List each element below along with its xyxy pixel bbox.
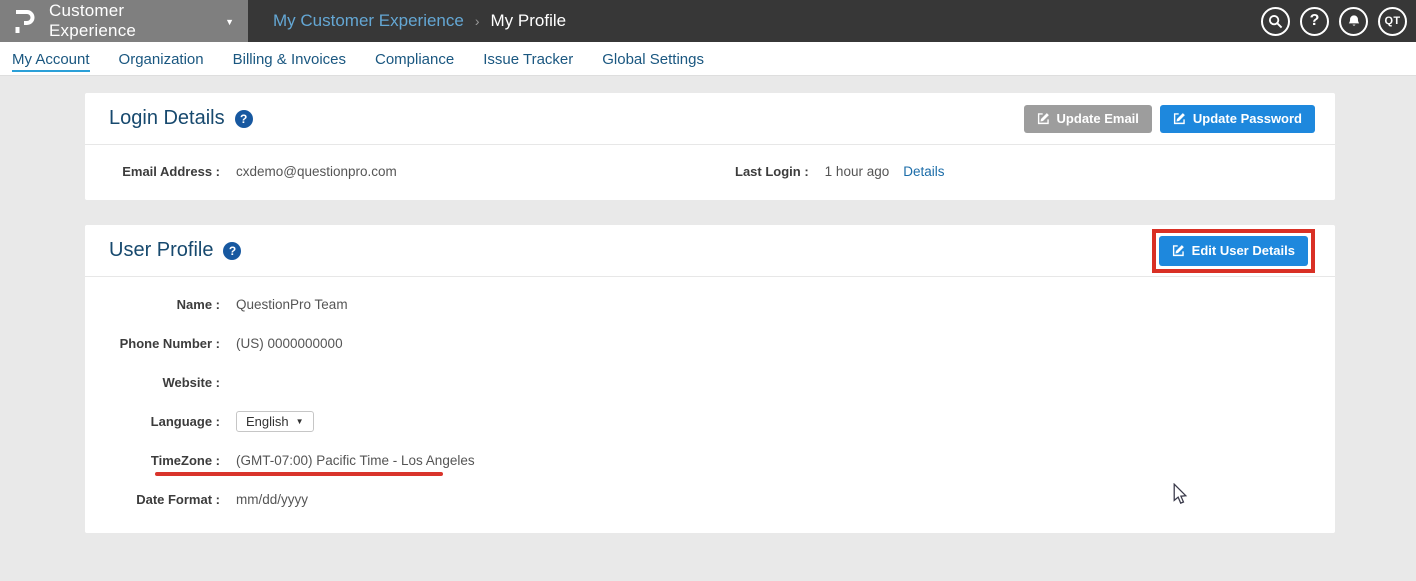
user-profile-help-icon[interactable]: ?: [223, 242, 241, 260]
last-login-label: Last Login :: [735, 164, 809, 179]
language-label: Language :: [85, 414, 220, 429]
update-email-button[interactable]: Update Email: [1024, 105, 1152, 133]
timezone-value: (GMT-07:00) Pacific Time - Los Angeles: [236, 453, 475, 468]
red-underline-annotation: [155, 472, 443, 476]
avatar-initials: QT: [1385, 15, 1401, 27]
website-label: Website :: [85, 375, 220, 390]
last-login-value: 1 hour ago: [825, 164, 890, 179]
login-details-header: Login Details ? Update Email Update Pass…: [85, 93, 1335, 145]
tab-issue-tracker[interactable]: Issue Tracker: [483, 46, 573, 72]
login-details-actions: Update Email Update Password: [1024, 105, 1315, 133]
edit-user-details-button[interactable]: Edit User Details: [1159, 236, 1308, 266]
edit-icon: [1172, 244, 1185, 257]
date-format-row: Date Format : mm/dd/yyyy: [85, 480, 1335, 519]
last-login-details-link[interactable]: Details: [903, 164, 944, 179]
settings-tab-nav: My Account Organization Billing & Invoic…: [0, 42, 1416, 76]
name-row: Name : QuestionPro Team: [85, 285, 1335, 324]
login-details-title: Login Details: [109, 107, 225, 130]
last-login-row: Last Login : 1 hour ago Details: [735, 164, 945, 179]
tab-billing-invoices[interactable]: Billing & Invoices: [233, 46, 346, 72]
phone-number-row: Phone Number : (US) 0000000000: [85, 324, 1335, 363]
login-details-help-icon[interactable]: ?: [235, 110, 253, 128]
login-details-card: Login Details ? Update Email Update Pass…: [85, 93, 1335, 200]
search-icon: [1268, 14, 1283, 29]
phone-number-value: (US) 0000000000: [236, 336, 343, 351]
timezone-label: TimeZone :: [85, 453, 220, 468]
update-email-label: Update Email: [1057, 111, 1139, 126]
tab-compliance[interactable]: Compliance: [375, 46, 454, 72]
top-header-bar: Customer Experience ▼ My Customer Experi…: [0, 0, 1416, 42]
name-value: QuestionPro Team: [236, 297, 348, 312]
language-selected-value: English: [246, 414, 289, 429]
notifications-button[interactable]: [1339, 7, 1368, 36]
chevron-down-icon: ▼: [225, 17, 234, 27]
user-profile-title: User Profile: [109, 239, 213, 262]
red-annotation-box: Edit User Details: [1152, 229, 1315, 273]
email-address-value: cxdemo@questionpro.com: [236, 164, 397, 179]
update-password-button[interactable]: Update Password: [1160, 105, 1315, 133]
name-label: Name :: [85, 297, 220, 312]
tab-global-settings[interactable]: Global Settings: [602, 46, 704, 72]
tab-organization[interactable]: Organization: [119, 46, 204, 72]
help-button[interactable]: ?: [1300, 7, 1329, 36]
product-name: Customer Experience: [49, 1, 215, 41]
website-row: Website :: [85, 363, 1335, 402]
topbar-icon-group: ? QT: [1261, 0, 1407, 42]
page-title: My Profile: [491, 11, 567, 31]
user-profile-card: User Profile ? Edit User Details Name : …: [85, 225, 1335, 533]
date-format-label: Date Format :: [85, 492, 220, 507]
email-address-label: Email Address :: [85, 164, 220, 179]
bell-icon: [1347, 14, 1361, 29]
email-address-row: Email Address : cxdemo@questionpro.com: [85, 164, 397, 179]
language-row: Language : English ▼: [85, 402, 1335, 441]
edit-icon: [1173, 112, 1186, 125]
breadcrumb-parent-link[interactable]: My Customer Experience: [273, 11, 464, 31]
questionpro-logo-icon: [14, 8, 36, 34]
language-dropdown[interactable]: English ▼: [236, 411, 314, 432]
search-button[interactable]: [1261, 7, 1290, 36]
date-format-value: mm/dd/yyyy: [236, 492, 308, 507]
breadcrumb: My Customer Experience › My Profile: [273, 0, 566, 42]
tab-my-account[interactable]: My Account: [12, 46, 90, 72]
phone-number-label: Phone Number :: [85, 336, 220, 351]
user-profile-body: Name : QuestionPro Team Phone Number : (…: [85, 277, 1335, 519]
edit-icon: [1037, 112, 1050, 125]
chevron-down-icon: ▼: [296, 417, 304, 426]
update-password-label: Update Password: [1193, 111, 1302, 126]
question-mark-icon: ?: [1310, 12, 1320, 30]
breadcrumb-separator: ›: [475, 13, 480, 29]
login-details-body: Email Address : cxdemo@questionpro.com L…: [85, 145, 1335, 199]
user-avatar[interactable]: QT: [1378, 7, 1407, 36]
user-profile-header: User Profile ? Edit User Details: [85, 225, 1335, 277]
product-switcher[interactable]: Customer Experience ▼: [0, 0, 248, 42]
edit-user-details-label: Edit User Details: [1192, 243, 1295, 258]
